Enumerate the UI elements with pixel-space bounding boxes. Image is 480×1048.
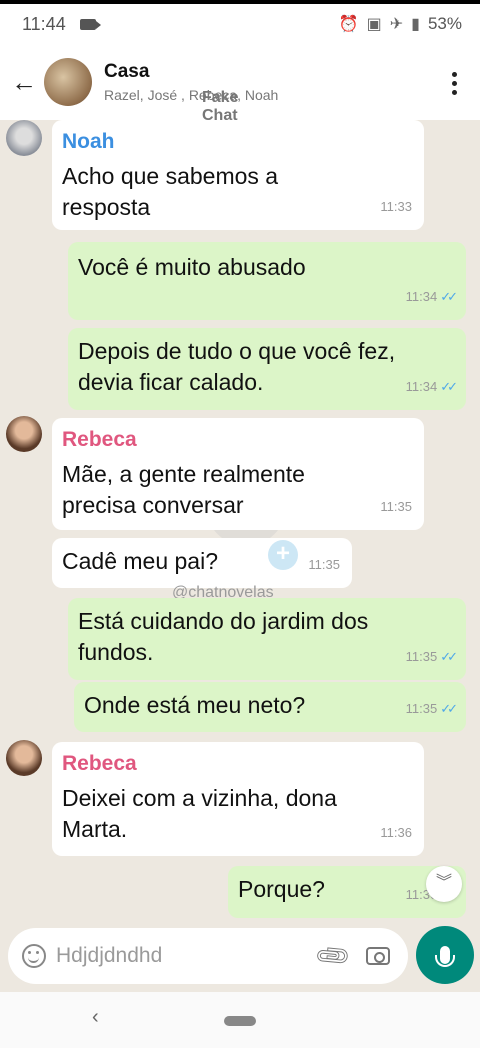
message-bubble[interactable]: Cadê meu pai? 11:35	[52, 538, 352, 588]
message-line: fundos.	[78, 639, 154, 665]
message-time: 11:34	[405, 289, 438, 304]
message-line: Cadê meu pai?	[62, 548, 218, 574]
avatar-rebeca[interactable]	[6, 740, 42, 776]
sender-name: Noah	[62, 130, 115, 153]
emoji-icon[interactable]	[22, 944, 46, 968]
message-bubble[interactable]: Onde está meu neto? 11:35 ✓✓	[74, 682, 466, 732]
microphone-icon	[435, 946, 455, 967]
chat-header: ← Casa Razel, José , Rebeca, Noah Fake C…	[0, 44, 480, 124]
message-time: 11:35	[380, 499, 412, 514]
message-time: 11:35	[405, 701, 438, 716]
plus-icon: +	[268, 540, 298, 570]
message-list[interactable]: Noah Acho que sabemos a resposta 11:33 V…	[0, 120, 480, 928]
message-line: Você é muito abusado	[78, 254, 306, 280]
video-camera-icon	[79, 18, 101, 30]
message-bubble[interactable]: Está cuidando do jardim dos fundos. 11:3…	[68, 598, 466, 680]
status-time: 11:44	[22, 13, 66, 34]
nav-home-pill[interactable]	[224, 1016, 256, 1026]
message-bubble[interactable]: Rebeca Mãe, a gente realmente precisa co…	[52, 418, 424, 530]
message-bubble[interactable]: Depois de tudo o que você fez, devia fic…	[68, 328, 466, 410]
chat-screen: 11:44 ⏰ ▣ ✈ ▮ 53% ← Casa Razel, José , R…	[0, 4, 480, 1048]
message-time: 11:33	[380, 199, 412, 214]
message-time: 11:34	[405, 379, 438, 394]
read-receipt-icon: ✓✓	[440, 649, 458, 664]
chat-title-area[interactable]: Casa Razel, José , Rebeca, Noah Fake Cha…	[104, 61, 278, 124]
message-bubble[interactable]: Você é muito abusado 11:34 ✓✓	[68, 242, 466, 320]
more-vertical-icon[interactable]	[442, 68, 466, 98]
read-receipt-icon: ✓✓	[440, 701, 458, 716]
status-bar: 11:44 ⏰ ▣ ✈ ▮ 53%	[0, 4, 480, 44]
chat-title: Casa	[104, 61, 150, 82]
camera-icon[interactable]	[366, 947, 390, 965]
nav-back-icon[interactable]: ‹	[92, 1006, 99, 1029]
message-time: 11:36	[380, 825, 412, 840]
system-nav-bar: ‹	[0, 992, 480, 1048]
message-line: precisa conversar	[62, 492, 244, 518]
message-line: Acho que sabemos a	[62, 163, 279, 189]
message-composer[interactable]: Hdjdjdndhd 📎︎	[8, 928, 408, 984]
message-line: Onde está meu neto?	[84, 692, 306, 718]
read-receipt-icon: ✓✓	[440, 289, 458, 304]
avatar-rebeca[interactable]	[6, 416, 42, 452]
message-input[interactable]: Hdjdjdndhd	[56, 944, 318, 968]
arrow-left-icon[interactable]: ←	[4, 62, 44, 102]
message-line: Marta.	[62, 816, 128, 842]
group-avatar[interactable]	[44, 58, 92, 106]
avatar-noah[interactable]	[6, 120, 42, 156]
sender-name: Rebeca	[62, 428, 137, 451]
message-time: 11:35	[405, 649, 438, 664]
sender-name: Rebeca	[62, 752, 137, 775]
message-line: Está cuidando do jardim dos	[78, 608, 369, 634]
message-line: resposta	[62, 194, 151, 220]
message-line: Mãe, a gente realmente	[62, 461, 305, 487]
message-bubble[interactable]: Rebeca Deixei com a vizinha, dona Marta.…	[52, 742, 424, 856]
cast-icon: ▣	[366, 16, 382, 33]
airplane-icon: ✈	[389, 16, 404, 33]
microphone-button[interactable]	[416, 926, 474, 984]
message-bubble[interactable]: Noah Acho que sabemos a resposta 11:33	[52, 120, 424, 230]
alarm-icon: ⏰	[338, 16, 359, 33]
message-line: devia ficar calado.	[78, 369, 264, 395]
message-line: Depois de tudo o que você fez,	[78, 338, 396, 364]
message-time: 11:35	[308, 557, 340, 572]
battery-percent: 53%	[427, 14, 462, 33]
paperclip-icon[interactable]: 📎︎	[312, 935, 354, 977]
message-line: Deixei com a vizinha, dona	[62, 785, 337, 811]
battery-icon: ▮	[411, 16, 420, 33]
read-receipt-icon: ✓✓	[440, 379, 458, 394]
chevron-double-down-icon[interactable]: ︾	[426, 866, 462, 902]
